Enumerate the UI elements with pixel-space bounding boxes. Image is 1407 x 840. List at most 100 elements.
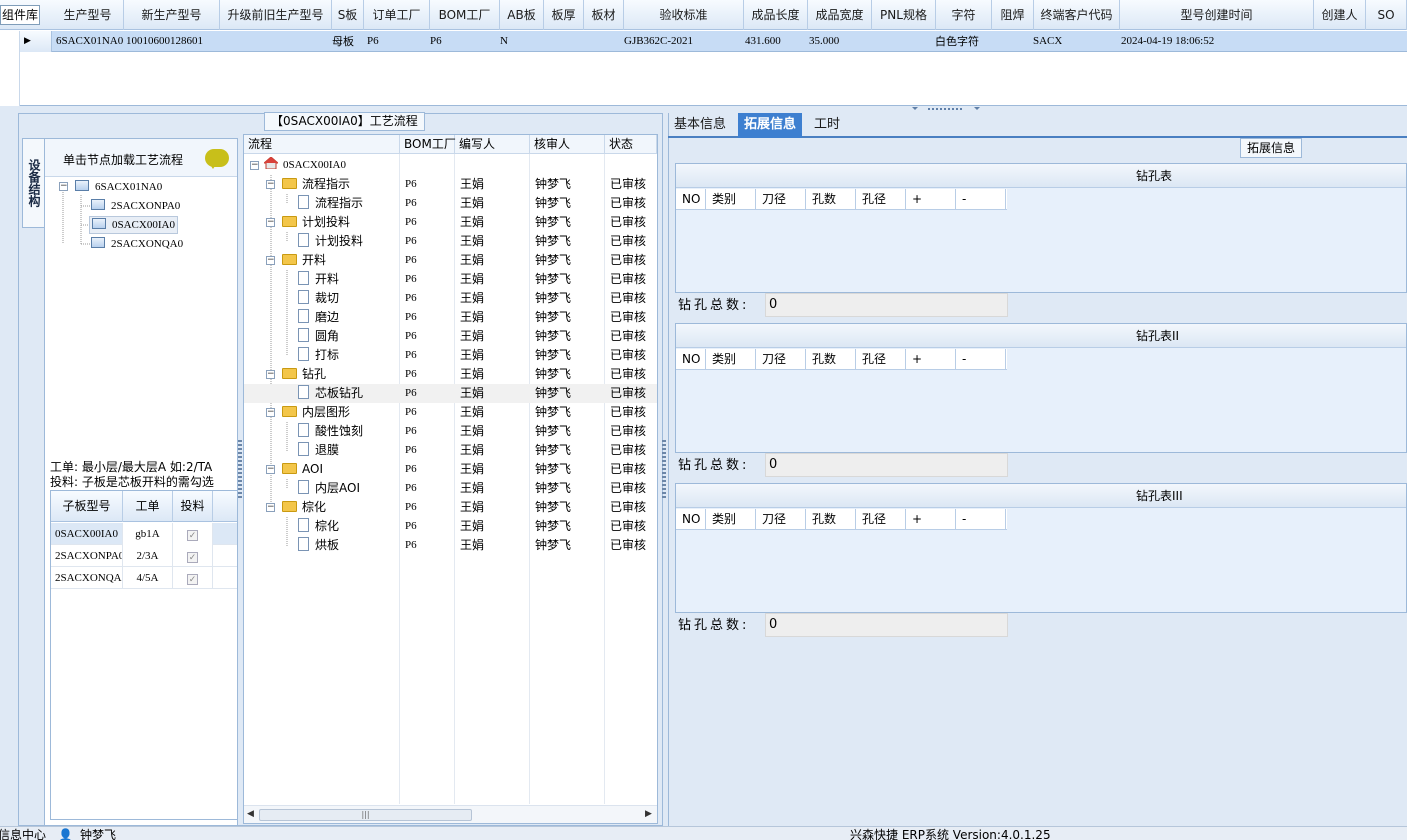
tab-extended-info[interactable]: 拓展信息 bbox=[738, 113, 803, 138]
col-sub-model[interactable]: 子板型号 bbox=[51, 491, 123, 522]
table-row[interactable]: 棕化 P6 王娟 钟梦飞 已审核 bbox=[244, 517, 657, 536]
tab-work-hours[interactable]: 工时 bbox=[808, 113, 846, 138]
col-solder[interactable]: 阻焊 bbox=[992, 0, 1034, 30]
horizontal-splitter[interactable] bbox=[0, 106, 1407, 112]
table-row[interactable]: 烘板 P6 王娟 钟梦飞 已审核 bbox=[244, 536, 657, 555]
table-row[interactable]: − 内层图形 P6 王娟 钟梦飞 已审核 bbox=[244, 403, 657, 422]
collapse-icon[interactable]: − bbox=[250, 161, 259, 170]
feed-checkbox[interactable]: ✓ bbox=[187, 574, 198, 585]
collapse-icon[interactable]: − bbox=[266, 256, 275, 265]
drill-col[interactable]: 类别 bbox=[706, 189, 756, 210]
feed-checkbox[interactable]: ✓ bbox=[187, 530, 198, 541]
col-order-factory[interactable]: 订单工厂 bbox=[364, 0, 430, 30]
cell-sub-feed[interactable]: ✓ bbox=[173, 567, 213, 589]
table-row[interactable]: − 钻孔 P6 王娟 钟梦飞 已审核 bbox=[244, 365, 657, 384]
col-created[interactable]: 型号创建时间 bbox=[1120, 0, 1314, 30]
table-row[interactable]: 内层AOI P6 王娟 钟梦飞 已审核 bbox=[244, 479, 657, 498]
table-row[interactable]: 流程指示 P6 王娟 钟梦飞 已审核 bbox=[244, 194, 657, 213]
drill-col[interactable]: 孔径 bbox=[856, 509, 906, 530]
cell-sub-order[interactable]: 2/3A bbox=[123, 545, 173, 567]
table-row[interactable]: 0SACX00IA0 gb1A ✓ bbox=[51, 523, 237, 545]
drill-col[interactable]: 刀径 bbox=[756, 189, 806, 210]
drill-col[interactable]: NO bbox=[676, 349, 706, 370]
horizontal-scrollbar[interactable]: ◀ ||| ▶ bbox=[244, 805, 657, 823]
col-pnl[interactable]: PNL规格 bbox=[872, 0, 936, 30]
table-row[interactable]: 酸性蚀刻 P6 王娟 钟梦飞 已审核 bbox=[244, 422, 657, 441]
table-row[interactable]: 退膜 P6 王娟 钟梦飞 已审核 bbox=[244, 441, 657, 460]
tree-node-2sacxonpa0[interactable]: 2SACXONPA0 bbox=[91, 198, 180, 214]
col-bom-factory[interactable]: BOM工厂 bbox=[430, 0, 500, 30]
drill-col[interactable]: + bbox=[906, 349, 956, 370]
tab-device-structure[interactable]: 设备结构 bbox=[22, 138, 44, 228]
drill-col[interactable]: 类别 bbox=[706, 509, 756, 530]
drill-col[interactable]: - bbox=[956, 349, 1006, 370]
col-so[interactable]: SO bbox=[1366, 0, 1407, 30]
drill-col[interactable]: - bbox=[956, 189, 1006, 210]
table-row[interactable]: 计划投料 P6 王娟 钟梦飞 已审核 bbox=[244, 232, 657, 251]
tree-node-2sacxonqa0[interactable]: 2SACXONQA0 bbox=[91, 236, 183, 252]
table-row[interactable]: 2SACXONPA0 2/3A ✓ bbox=[51, 545, 237, 567]
collapse-icon[interactable]: − bbox=[266, 408, 275, 417]
table-row[interactable]: 6SACX01NA0 10010600128601 母板 P6 P6 N GJB… bbox=[20, 31, 1407, 52]
col-creator[interactable]: 创建人 bbox=[1314, 0, 1366, 30]
table-row[interactable]: − 棕化 P6 王娟 钟梦飞 已审核 bbox=[244, 498, 657, 517]
cell-sub-feed[interactable]: ✓ bbox=[173, 523, 213, 545]
table-row[interactable]: 开料 P6 王娟 钟梦飞 已审核 bbox=[244, 270, 657, 289]
drill-col[interactable]: + bbox=[906, 509, 956, 530]
table-row[interactable]: 2SACXONQA0 4/5A ✓ bbox=[51, 567, 237, 589]
col-width[interactable]: 成品宽度 bbox=[808, 0, 872, 30]
drill-col[interactable]: 刀径 bbox=[756, 349, 806, 370]
drill-col[interactable]: 孔数 bbox=[806, 349, 856, 370]
drill-col[interactable]: 孔径 bbox=[856, 349, 906, 370]
collapse-icon[interactable]: − bbox=[266, 465, 275, 474]
tree-node-0sacx00ia0[interactable]: 0SACX00IA0 bbox=[89, 216, 178, 234]
col-process[interactable]: 流程 bbox=[244, 135, 400, 154]
component-lib-button[interactable]: 组件库 bbox=[0, 5, 40, 25]
drill-count-field[interactable]: 0 bbox=[765, 293, 1008, 317]
drill-col[interactable]: 孔径 bbox=[856, 189, 906, 210]
drill-col[interactable]: NO bbox=[676, 509, 706, 530]
col-customer[interactable]: 终端客户代码 bbox=[1034, 0, 1120, 30]
col-status[interactable]: 状态 bbox=[605, 135, 657, 154]
mid-splitter-grip[interactable] bbox=[662, 440, 666, 500]
table-row[interactable]: 芯板钻孔 P6 王娟 钟梦飞 已审核 bbox=[244, 384, 657, 403]
cell-sub-feed[interactable]: ✓ bbox=[173, 545, 213, 567]
col-sub-order[interactable]: 工单 bbox=[123, 491, 173, 522]
col-old-model[interactable]: 升级前旧生产型号 bbox=[220, 0, 332, 30]
cell-sub-order[interactable]: 4/5A bbox=[123, 567, 173, 589]
col-sub-feed[interactable]: 投料 bbox=[173, 491, 213, 522]
drill-col[interactable]: + bbox=[906, 189, 956, 210]
drill-count-field[interactable]: 0 bbox=[765, 453, 1008, 477]
col-bom-factory[interactable]: BOM工厂 bbox=[400, 135, 456, 154]
table-row[interactable]: − 流程指示 P6 王娟 钟梦飞 已审核 bbox=[244, 175, 657, 194]
table-row[interactable]: − 计划投料 P6 王娟 钟梦飞 已审核 bbox=[244, 213, 657, 232]
drill-col[interactable]: NO bbox=[676, 189, 706, 210]
scroll-left-icon[interactable]: ◀ bbox=[247, 809, 254, 819]
drill-col[interactable]: - bbox=[956, 509, 1006, 530]
scroll-thumb[interactable]: ||| bbox=[259, 809, 472, 821]
collapse-icon[interactable]: − bbox=[266, 503, 275, 512]
drill-col[interactable]: 孔数 bbox=[806, 509, 856, 530]
col-ab-board[interactable]: AB板 bbox=[500, 0, 544, 30]
table-row[interactable]: 裁切 P6 王娟 钟梦飞 已审核 bbox=[244, 289, 657, 308]
status-info-center[interactable]: 信息中心 bbox=[0, 827, 46, 840]
col-thickness[interactable]: 板厚 bbox=[544, 0, 584, 30]
drill-count-field[interactable]: 0 bbox=[765, 613, 1008, 637]
collapse-icon[interactable]: − bbox=[266, 370, 275, 379]
col-prod-model[interactable]: 生产型号 bbox=[52, 0, 124, 30]
collapse-icon[interactable]: − bbox=[266, 218, 275, 227]
table-row[interactable]: 磨边 P6 王娟 钟梦飞 已审核 bbox=[244, 308, 657, 327]
col-char[interactable]: 字符 bbox=[936, 0, 992, 30]
col-new-model[interactable]: 新生产型号 bbox=[124, 0, 220, 30]
scroll-right-icon[interactable]: ▶ bbox=[645, 809, 652, 819]
table-row[interactable]: 圆角 P6 王娟 钟梦飞 已审核 bbox=[244, 327, 657, 346]
col-standard[interactable]: 验收标准 bbox=[624, 0, 744, 30]
col-writer[interactable]: 编写人 bbox=[455, 135, 530, 154]
collapse-icon[interactable]: − bbox=[266, 180, 275, 189]
cell-sub-order[interactable]: gb1A bbox=[123, 523, 173, 545]
col-length[interactable]: 成品长度 bbox=[744, 0, 808, 30]
col-reviewer[interactable]: 核审人 bbox=[530, 135, 605, 154]
feed-checkbox[interactable]: ✓ bbox=[187, 552, 198, 563]
tree-node-root[interactable]: 6SACX01NA0 bbox=[75, 179, 162, 195]
table-row[interactable]: − AOI P6 王娟 钟梦飞 已审核 bbox=[244, 460, 657, 479]
